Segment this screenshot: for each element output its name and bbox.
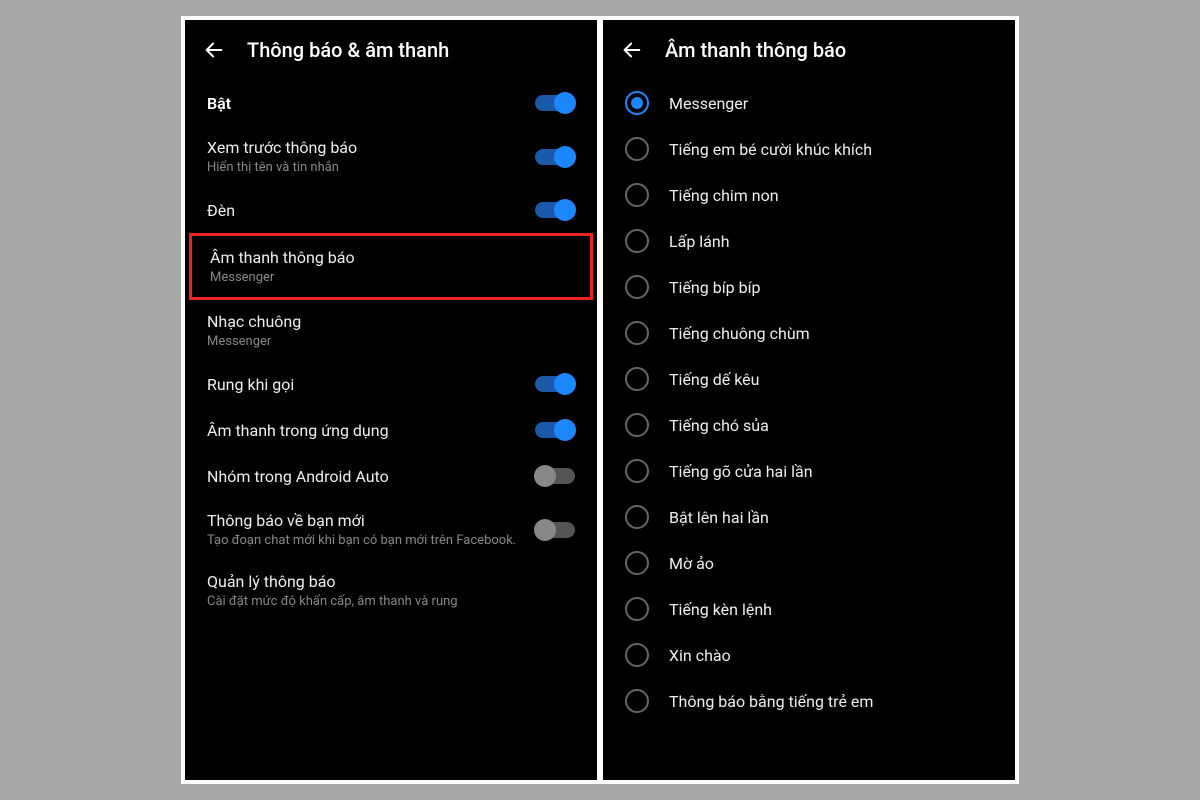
setting-title: Nhạc chuông bbox=[207, 312, 301, 331]
sound-option[interactable]: Tiếng bíp bíp bbox=[603, 264, 1015, 310]
sound-label: Tiếng kèn lệnh bbox=[669, 600, 772, 619]
setting-title: Nhóm trong Android Auto bbox=[207, 467, 389, 486]
right-panel: Âm thanh thông báo Messenger Tiếng em bé … bbox=[603, 20, 1015, 780]
setting-title: Rung khi gọi bbox=[207, 375, 294, 394]
sound-label: Xin chào bbox=[669, 646, 731, 665]
radio-icon[interactable] bbox=[625, 551, 649, 575]
toggle-switch[interactable] bbox=[535, 468, 575, 484]
sound-label: Tiếng chuông chùm bbox=[669, 324, 810, 343]
sound-label: Tiếng gõ cửa hai lần bbox=[669, 462, 813, 481]
sound-option[interactable]: Tiếng em bé cười khúc khích bbox=[603, 126, 1015, 172]
sound-option[interactable]: Tiếng gõ cửa hai lần bbox=[603, 448, 1015, 494]
left-panel: Thông báo & âm thanh Bật Xem trước thông … bbox=[185, 20, 597, 780]
setting-subtitle: Cài đặt mức độ khẩn cấp, âm thanh và run… bbox=[207, 594, 458, 609]
toggle-switch[interactable] bbox=[535, 376, 575, 392]
sound-label: Tiếng em bé cười khúc khích bbox=[669, 140, 872, 159]
setting-title: Quản lý thông báo bbox=[207, 572, 458, 591]
settings-row[interactable]: Thông báo về bạn mới Tạo đoạn chat mới kh… bbox=[185, 499, 597, 560]
sound-label: Mờ ảo bbox=[669, 554, 714, 573]
settings-row[interactable]: Quản lý thông báo Cài đặt mức độ khẩn cấp… bbox=[185, 560, 597, 621]
radio-icon[interactable] bbox=[625, 275, 649, 299]
sound-label: Thông báo bằng tiếng trẻ em bbox=[669, 692, 873, 711]
sound-option[interactable]: Tiếng chó sủa bbox=[603, 402, 1015, 448]
back-icon[interactable] bbox=[621, 39, 643, 61]
toggle-switch[interactable] bbox=[535, 149, 575, 165]
sound-options-list: Messenger Tiếng em bé cười khúc khích Tiến… bbox=[603, 76, 1015, 728]
radio-icon[interactable] bbox=[625, 413, 649, 437]
sound-option[interactable]: Mờ ảo bbox=[603, 540, 1015, 586]
radio-icon[interactable] bbox=[625, 137, 649, 161]
sound-option[interactable]: Bật lên hai lần bbox=[603, 494, 1015, 540]
radio-icon[interactable] bbox=[625, 183, 649, 207]
sound-label: Messenger bbox=[669, 94, 748, 113]
radio-icon[interactable] bbox=[625, 91, 649, 115]
sound-label: Tiếng chó sủa bbox=[669, 416, 769, 435]
settings-row[interactable]: Rung khi gọi bbox=[185, 361, 597, 407]
settings-row[interactable]: Đèn bbox=[185, 187, 597, 233]
sound-option[interactable]: Tiếng dế kêu bbox=[603, 356, 1015, 402]
setting-title: Đèn bbox=[207, 201, 235, 220]
radio-icon[interactable] bbox=[625, 229, 649, 253]
back-icon[interactable] bbox=[203, 39, 225, 61]
toggle-switch[interactable] bbox=[535, 202, 575, 218]
radio-icon[interactable] bbox=[625, 459, 649, 483]
radio-icon[interactable] bbox=[625, 597, 649, 621]
right-title: Âm thanh thông báo bbox=[665, 38, 846, 62]
settings-row[interactable]: Nhạc chuông Messenger bbox=[185, 300, 597, 361]
toggle-switch[interactable] bbox=[535, 422, 575, 438]
left-title: Thông báo & âm thanh bbox=[247, 38, 449, 62]
sound-option[interactable]: Thông báo bằng tiếng trẻ em bbox=[603, 678, 1015, 724]
sound-option[interactable]: Messenger bbox=[603, 80, 1015, 126]
left-header: Thông báo & âm thanh bbox=[185, 20, 597, 76]
sound-option[interactable]: Lấp lánh bbox=[603, 218, 1015, 264]
sound-label: Lấp lánh bbox=[669, 232, 730, 251]
setting-subtitle: Tạo đoạn chat mới khi bạn có bạn mới trê… bbox=[207, 533, 516, 548]
settings-row[interactable]: Xem trước thông báo Hiển thị tên và tin n… bbox=[185, 126, 597, 187]
setting-title: Xem trước thông báo bbox=[207, 138, 357, 157]
sound-option[interactable]: Xin chào bbox=[603, 632, 1015, 678]
radio-icon[interactable] bbox=[625, 643, 649, 667]
right-header: Âm thanh thông báo bbox=[603, 20, 1015, 76]
setting-subtitle: Messenger bbox=[207, 334, 301, 349]
setting-title: Âm thanh thông báo bbox=[210, 248, 355, 267]
screenshot-container: Thông báo & âm thanh Bật Xem trước thông … bbox=[181, 16, 1019, 784]
radio-icon[interactable] bbox=[625, 367, 649, 391]
radio-icon[interactable] bbox=[625, 321, 649, 345]
setting-subtitle: Hiển thị tên và tin nhắn bbox=[207, 160, 357, 175]
setting-subtitle: Messenger bbox=[210, 270, 355, 285]
setting-title: Bật bbox=[207, 94, 231, 113]
settings-row[interactable]: Âm thanh thông báo Messenger bbox=[192, 236, 590, 297]
settings-row[interactable]: Nhóm trong Android Auto bbox=[185, 453, 597, 499]
setting-title: Âm thanh trong ứng dụng bbox=[207, 421, 389, 440]
settings-list: Bật Xem trước thông báo Hiển thị tên và ti… bbox=[185, 76, 597, 625]
toggle-switch[interactable] bbox=[535, 522, 575, 538]
sound-option[interactable]: Tiếng chuông chùm bbox=[603, 310, 1015, 356]
sound-option[interactable]: Tiếng kèn lệnh bbox=[603, 586, 1015, 632]
sound-label: Tiếng chim non bbox=[669, 186, 779, 205]
toggle-switch[interactable] bbox=[535, 95, 575, 111]
radio-icon[interactable] bbox=[625, 689, 649, 713]
sound-option[interactable]: Tiếng chim non bbox=[603, 172, 1015, 218]
settings-row[interactable]: Âm thanh trong ứng dụng bbox=[185, 407, 597, 453]
settings-row[interactable]: Bật bbox=[185, 80, 597, 126]
sound-label: Bật lên hai lần bbox=[669, 508, 769, 527]
radio-icon[interactable] bbox=[625, 505, 649, 529]
setting-title: Thông báo về bạn mới bbox=[207, 511, 516, 530]
sound-label: Tiếng dế kêu bbox=[669, 370, 759, 389]
sound-label: Tiếng bíp bíp bbox=[669, 278, 761, 297]
